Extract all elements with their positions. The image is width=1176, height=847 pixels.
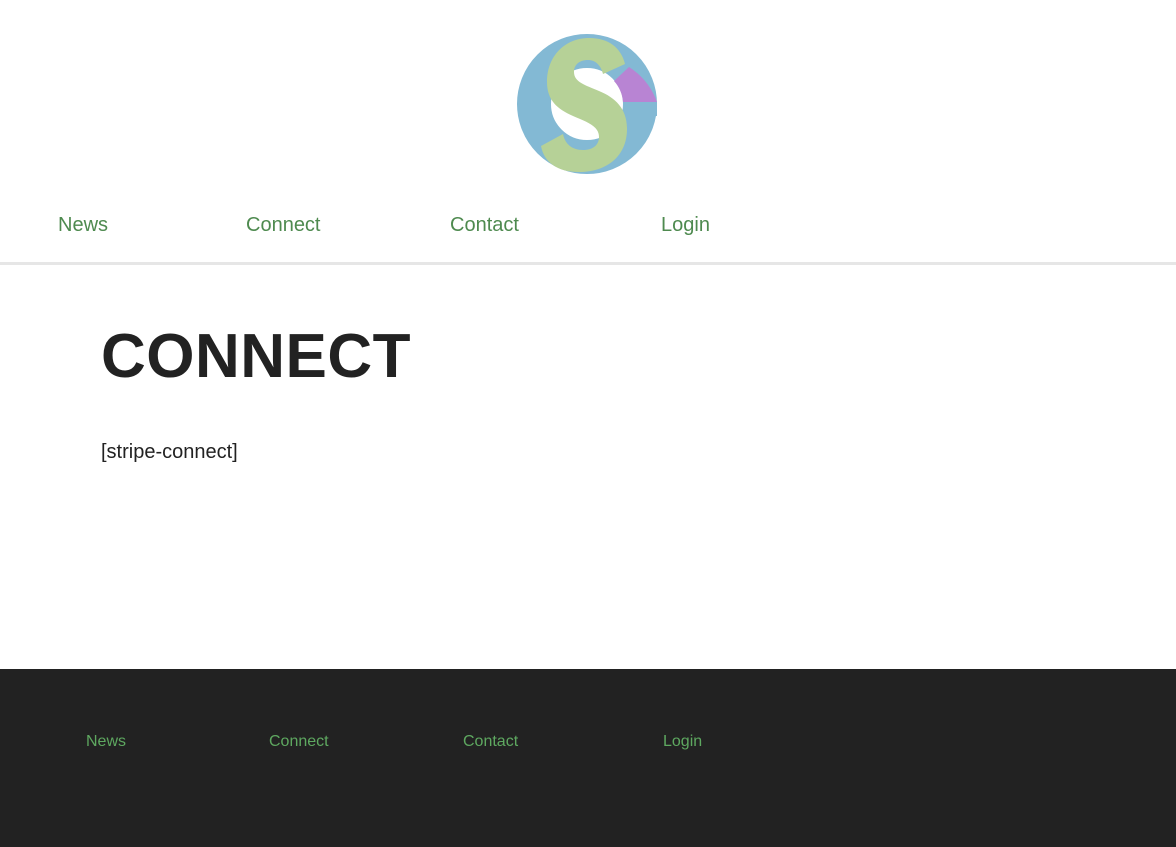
footer-link-contact[interactable]: Contact	[463, 732, 518, 752]
footer-link-connect[interactable]: Connect	[269, 732, 329, 752]
page-body-text: [stripe-connect]	[101, 441, 238, 463]
footer-link-news[interactable]: News	[86, 732, 126, 752]
main-content: CONNECT [stripe-connect]	[0, 265, 1176, 669]
site-footer: News Connect Contact Login	[0, 669, 1176, 847]
primary-nav: News Connect Contact Login	[0, 0, 1176, 262]
nav-link-news[interactable]: News	[58, 213, 108, 237]
site-header: News Connect Contact Login	[0, 0, 1176, 262]
nav-link-login[interactable]: Login	[661, 213, 710, 237]
nav-link-contact[interactable]: Contact	[450, 213, 519, 237]
page: News Connect Contact Login CONNECT [stri…	[0, 0, 1176, 847]
footer-link-login[interactable]: Login	[663, 732, 702, 752]
page-title: CONNECT	[101, 322, 412, 391]
nav-link-connect[interactable]: Connect	[246, 213, 321, 237]
